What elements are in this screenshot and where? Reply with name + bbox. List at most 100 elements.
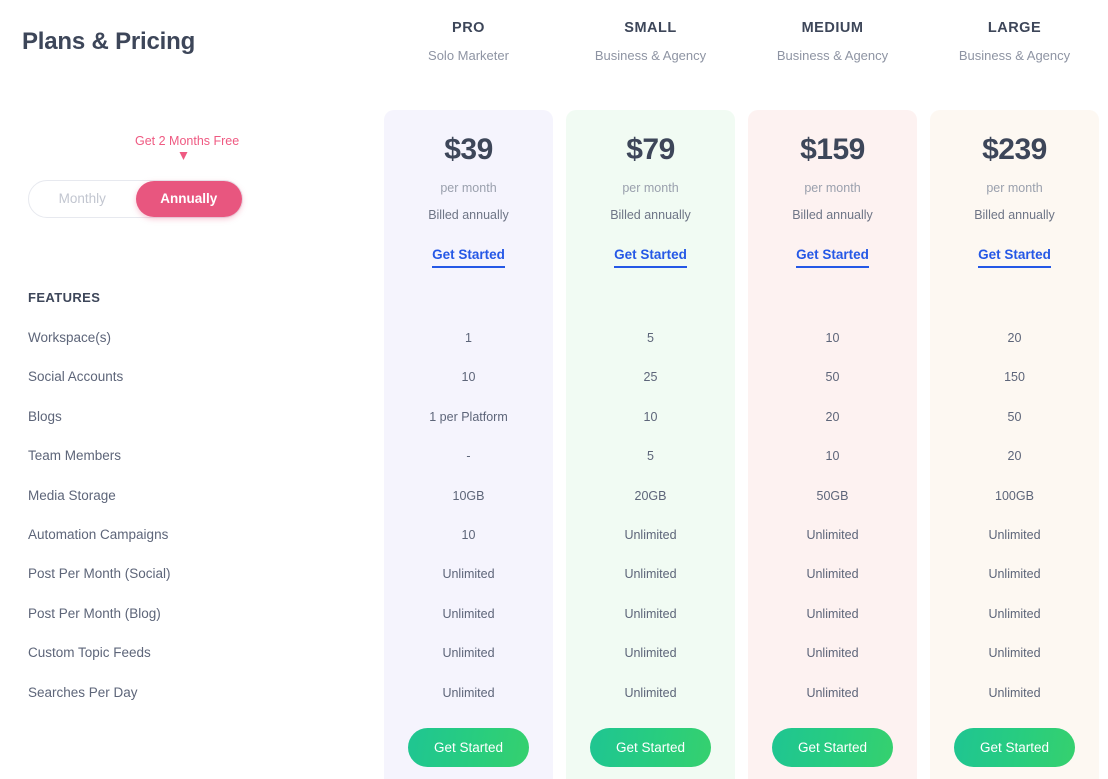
- get-started-link[interactable]: Get Started: [384, 246, 553, 268]
- feature-label: Workspace(s): [28, 330, 112, 345]
- feature-value: 50: [1007, 409, 1022, 424]
- feature-value: 10GB: [452, 488, 485, 503]
- plan-name: PRO: [452, 20, 485, 36]
- feature-value: Unlimited: [988, 606, 1041, 621]
- plan-column: PRO Solo Marketer $39 per month Billed annua…: [384, 0, 553, 779]
- toggle-option-annually[interactable]: Annually: [135, 181, 242, 217]
- feature-label: Post Per Month (Blog): [28, 605, 161, 621]
- feature-value: Unlimited: [624, 567, 677, 582]
- plan-price: $79: [626, 133, 675, 166]
- feature-value: Unlimited: [988, 646, 1041, 661]
- plan-price: $239: [982, 133, 1047, 166]
- plan-header: SMALL Business & Agency: [566, 20, 735, 63]
- plan-column: SMALL Business & Agency $79 per month Billed…: [566, 0, 735, 779]
- arrow-down-icon: [179, 152, 188, 161]
- plan-billing-note: Billed annually: [792, 208, 873, 222]
- feature-label: Team Members: [28, 448, 122, 464]
- feature-value: 20: [1007, 449, 1022, 464]
- plan-audience: Solo Marketer: [428, 48, 509, 63]
- plan-price: $159: [800, 133, 865, 166]
- feature-label: Media Storage: [28, 487, 116, 503]
- get-started-link[interactable]: Get Started: [930, 246, 1099, 268]
- plan-period: per month: [440, 181, 497, 195]
- get-started-link-label[interactable]: Get Started: [978, 247, 1051, 268]
- feature-label-list: Workspace(s) Social Accounts Blogs Team Mem…: [28, 328, 358, 722]
- feature-value: Unlimited: [806, 527, 859, 542]
- feature-value: Unlimited: [442, 567, 495, 582]
- feature-label: Searches Per Day: [28, 684, 138, 700]
- get-started-button[interactable]: Get Started: [772, 728, 893, 767]
- plan-header: MEDIUM Business & Agency: [748, 20, 917, 63]
- feature-value: Unlimited: [624, 685, 677, 700]
- plan-period: per month: [986, 181, 1043, 195]
- feature-value: Unlimited: [988, 527, 1041, 542]
- plan-value-list: 10 50 20 10 50GB Unlimited Unlimited Unlimited U…: [748, 328, 917, 722]
- feature-value: 25: [643, 370, 658, 385]
- plan-billing-note: Billed annually: [974, 208, 1055, 222]
- billing-period-toggle[interactable]: Monthly Annually: [28, 180, 243, 218]
- get-started-link[interactable]: Get Started: [748, 246, 917, 268]
- feature-value: 20: [1007, 331, 1022, 345]
- toggle-option-monthly[interactable]: Monthly: [29, 181, 136, 217]
- get-started-button[interactable]: Get Started: [408, 728, 529, 767]
- feature-value: 50: [825, 370, 840, 385]
- feature-value: Unlimited: [624, 646, 677, 661]
- get-started-link-label[interactable]: Get Started: [796, 247, 869, 268]
- plan-value-list: 5 25 10 5 20GB Unlimited Unlimited Unlimited Unl…: [566, 328, 735, 722]
- feature-value: Unlimited: [988, 567, 1041, 582]
- feature-value: 10: [825, 331, 840, 345]
- get-started-button[interactable]: Get Started: [590, 728, 711, 767]
- plan-header: PRO Solo Marketer: [384, 20, 553, 63]
- plan-audience: Business & Agency: [594, 48, 707, 63]
- plan-column: MEDIUM Business & Agency $159 per month Bill…: [748, 0, 917, 779]
- features-heading: FEATURES: [28, 290, 101, 305]
- feature-value: 100GB: [995, 488, 1034, 503]
- plan-billing-note: Billed annually: [428, 208, 509, 222]
- plan-audience: Business & Agency: [776, 48, 889, 63]
- feature-value: 10: [461, 527, 476, 542]
- get-started-link[interactable]: Get Started: [566, 246, 735, 268]
- feature-value: 20GB: [634, 488, 667, 503]
- plan-period: per month: [804, 181, 861, 195]
- plan-header: LARGE Business & Agency: [930, 20, 1099, 63]
- feature-label: Blogs: [28, 408, 62, 424]
- feature-label: Custom Topic Feeds: [28, 645, 151, 661]
- feature-value: 50GB: [816, 488, 849, 503]
- feature-value: 20: [825, 409, 840, 424]
- feature-value: Unlimited: [806, 685, 859, 700]
- feature-value: Unlimited: [806, 606, 859, 621]
- plan-card: $239 per month Billed annually Get Started 2…: [930, 110, 1099, 779]
- feature-value: 5: [647, 331, 654, 345]
- feature-value: -: [466, 449, 471, 464]
- plan-name: MEDIUM: [801, 20, 864, 36]
- feature-value: 10: [825, 449, 840, 464]
- feature-value: Unlimited: [442, 685, 495, 700]
- feature-value: 1: [465, 331, 472, 345]
- plan-value-list: 1 10 1 per Platform - 10GB 10 Unlimited Unlimit…: [384, 328, 553, 722]
- feature-value: Unlimited: [624, 606, 677, 621]
- feature-label: Post Per Month (Social): [28, 566, 171, 582]
- plan-card: $79 per month Billed annually Get Started 5 2…: [566, 110, 735, 779]
- plan-name: SMALL: [624, 20, 677, 36]
- plan-column: LARGE Business & Agency $239 per month Bille…: [930, 0, 1099, 779]
- feature-value: Unlimited: [806, 646, 859, 661]
- get-started-link-label[interactable]: Get Started: [432, 247, 505, 268]
- get-started-link-label[interactable]: Get Started: [614, 247, 687, 268]
- feature-label: Automation Campaigns: [28, 526, 169, 542]
- feature-value: 10: [461, 370, 476, 385]
- feature-value: Unlimited: [442, 606, 495, 621]
- plan-price: $39: [444, 133, 493, 166]
- pricing-page: Plans & Pricing Get 2 Months Free Monthl…: [0, 0, 1108, 779]
- plan-columns: PRO Solo Marketer $39 per month Billed annua…: [384, 0, 1108, 779]
- plan-card: $39 per month Billed annually Get Started 1 1…: [384, 110, 553, 779]
- plan-period: per month: [622, 181, 679, 195]
- feature-value: Unlimited: [442, 646, 495, 661]
- feature-value: 1 per Platform: [429, 409, 508, 424]
- plan-audience: Business & Agency: [958, 48, 1071, 63]
- plan-card: $159 per month Billed annually Get Started 1…: [748, 110, 917, 779]
- get-started-button[interactable]: Get Started: [954, 728, 1075, 767]
- feature-value: Unlimited: [624, 527, 677, 542]
- plan-value-list: 20 150 50 20 100GB Unlimited Unlimited Unlimite…: [930, 328, 1099, 722]
- feature-value: 150: [1004, 370, 1025, 385]
- plan-billing-note: Billed annually: [610, 208, 691, 222]
